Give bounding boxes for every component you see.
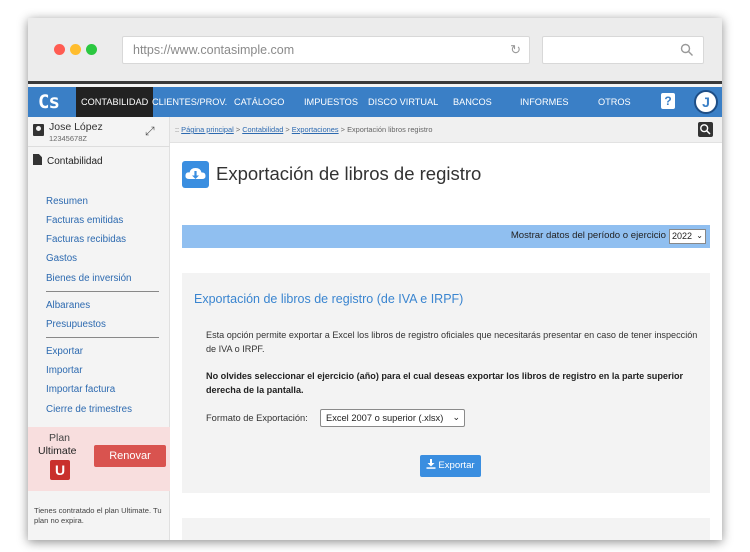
sidebar-item-resumen[interactable]: Resumen xyxy=(46,196,88,207)
cloud-download-icon xyxy=(182,161,209,188)
sidebar-divider xyxy=(46,291,159,292)
sidebar-item-cierre-trimestres[interactable]: Cierre de trimestres xyxy=(46,404,132,415)
sidebar-section-title: Contabilidad xyxy=(33,154,103,167)
breadcrumb-separator: > xyxy=(235,125,241,134)
user-name: Jose López xyxy=(49,121,103,133)
sidebar-item-bienes-inversion[interactable]: Bienes de inversión xyxy=(46,273,132,284)
document-icon xyxy=(33,154,42,165)
sidebar-section-label: Contabilidad xyxy=(47,156,103,167)
user-card-icon xyxy=(33,124,44,136)
download-icon xyxy=(426,459,436,469)
breadcrumb-separator: > xyxy=(340,125,345,134)
breadcrumb-bar: :: Página principal > Contabilidad > Exp… xyxy=(170,117,722,143)
nav-bancos[interactable]: BANCOS xyxy=(453,87,492,117)
sidebar-item-gastos[interactable]: Gastos xyxy=(46,253,77,264)
search-icon xyxy=(680,43,693,56)
main-navigation: Cs CONTABILIDAD CLIENTES/PROV. CATÁLOGO … xyxy=(28,87,722,117)
breadcrumb-prefix: :: xyxy=(175,125,180,134)
main-content: Exportación de libros de registro Mostra… xyxy=(170,143,722,540)
breadcrumb-link-contabilidad[interactable]: Contabilidad xyxy=(242,125,283,134)
plan-name: Ultimate xyxy=(38,445,77,457)
nav-catalogo[interactable]: CATÁLOGO xyxy=(234,87,284,117)
minimize-window-button[interactable] xyxy=(70,44,81,55)
close-window-button[interactable] xyxy=(54,44,65,55)
export-button-label: Exportar xyxy=(438,460,475,471)
stage: https://www.contasimple.com ↻ Cs CONTABI… xyxy=(0,0,750,552)
app-logo[interactable]: Cs xyxy=(38,91,60,113)
breadcrumb-link-home[interactable]: Página principal xyxy=(181,125,234,134)
nav-otros[interactable]: OTROS xyxy=(598,87,631,117)
plan-panel: Plan Ultimate U Renovar xyxy=(28,427,170,491)
period-label: Mostrar datos del período o ejercicio xyxy=(510,230,666,241)
nav-contabilidad[interactable]: CONTABILIDAD xyxy=(76,87,154,117)
format-select[interactable]: Excel 2007 o superior (.xlsx) ⌄ xyxy=(320,409,465,427)
breadcrumb-separator: > xyxy=(285,125,290,134)
browser-window: https://www.contasimple.com ↻ Cs CONTABI… xyxy=(28,18,722,540)
period-bar: Mostrar datos del período o ejercicio 20… xyxy=(182,225,710,248)
plan-label: Plan xyxy=(49,432,71,444)
year-select[interactable]: 2022 ⌄ xyxy=(669,229,706,244)
sidebar-item-exportar[interactable]: Exportar xyxy=(46,346,83,357)
user-box: Jose López 12345678Z ⤢ xyxy=(28,117,170,147)
sidebar-item-facturas-recibidas[interactable]: Facturas recibidas xyxy=(46,234,126,245)
sidebar-item-presupuestos[interactable]: Presupuestos xyxy=(46,319,106,330)
nav-clientes-prov[interactable]: CLIENTES/PROV. xyxy=(152,87,227,117)
sidebar-item-importar[interactable]: Importar xyxy=(46,365,82,376)
page-title: Exportación de libros de registro xyxy=(216,163,482,184)
export-button[interactable]: Exportar xyxy=(420,455,481,477)
search-icon xyxy=(700,124,711,135)
card-title: Exportación de libros de registro (de IV… xyxy=(194,292,464,306)
format-select-value: Excel 2007 o superior (.xlsx) xyxy=(326,413,444,423)
reload-icon[interactable]: ↻ xyxy=(510,42,521,58)
nav-informes[interactable]: INFORMES xyxy=(520,87,569,117)
switch-company-icon[interactable]: ⤢ xyxy=(145,124,155,139)
chevron-down-icon: ⌄ xyxy=(696,231,703,240)
year-select-value: 2022 xyxy=(672,231,693,241)
sidebar-item-importar-factura[interactable]: Importar factura xyxy=(46,384,115,395)
sidebar: Jose López 12345678Z ⤢ Contabilidad Resu… xyxy=(28,117,170,540)
sidebar-item-facturas-emitidas[interactable]: Facturas emitidas xyxy=(46,215,123,226)
card-notice: No olvides seleccionar el ejercicio (año… xyxy=(206,371,684,395)
chevron-down-icon: ⌄ xyxy=(452,412,460,422)
browser-toolbar: https://www.contasimple.com ↻ xyxy=(28,18,722,84)
sidebar-item-albaranes[interactable]: Albaranes xyxy=(46,300,90,311)
breadcrumb-link-exportaciones[interactable]: Exportaciones xyxy=(292,125,339,134)
format-label: Formato de Exportación: xyxy=(206,413,308,423)
nav-disco-virtual[interactable]: DISCO VIRTUAL xyxy=(368,87,438,117)
plan-badge: U xyxy=(50,460,70,480)
maximize-window-button[interactable] xyxy=(86,44,97,55)
user-avatar[interactable]: J xyxy=(694,90,718,114)
help-icon[interactable]: ? xyxy=(661,93,675,109)
user-tax-id: 12345678Z xyxy=(49,134,87,143)
browser-search-field[interactable] xyxy=(542,36,704,64)
breadcrumb: :: Página principal > Contabilidad > Exp… xyxy=(175,125,433,134)
card-description: Esta opción permite exportar a Excel los… xyxy=(206,330,698,354)
page-search-button[interactable] xyxy=(698,122,713,137)
address-bar[interactable]: https://www.contasimple.com ↻ xyxy=(122,36,530,64)
secondary-card xyxy=(182,518,710,540)
export-card: Exportación de libros de registro (de IV… xyxy=(182,273,710,493)
nav-impuestos[interactable]: IMPUESTOS xyxy=(304,87,358,117)
renew-button[interactable]: Renovar xyxy=(94,445,166,467)
url-text: https://www.contasimple.com xyxy=(133,43,295,57)
breadcrumb-current: Exportación libros registro xyxy=(347,125,433,134)
sidebar-divider xyxy=(46,337,159,338)
plan-note: Tienes contratado el plan Ultimate. Tu p… xyxy=(34,506,162,525)
